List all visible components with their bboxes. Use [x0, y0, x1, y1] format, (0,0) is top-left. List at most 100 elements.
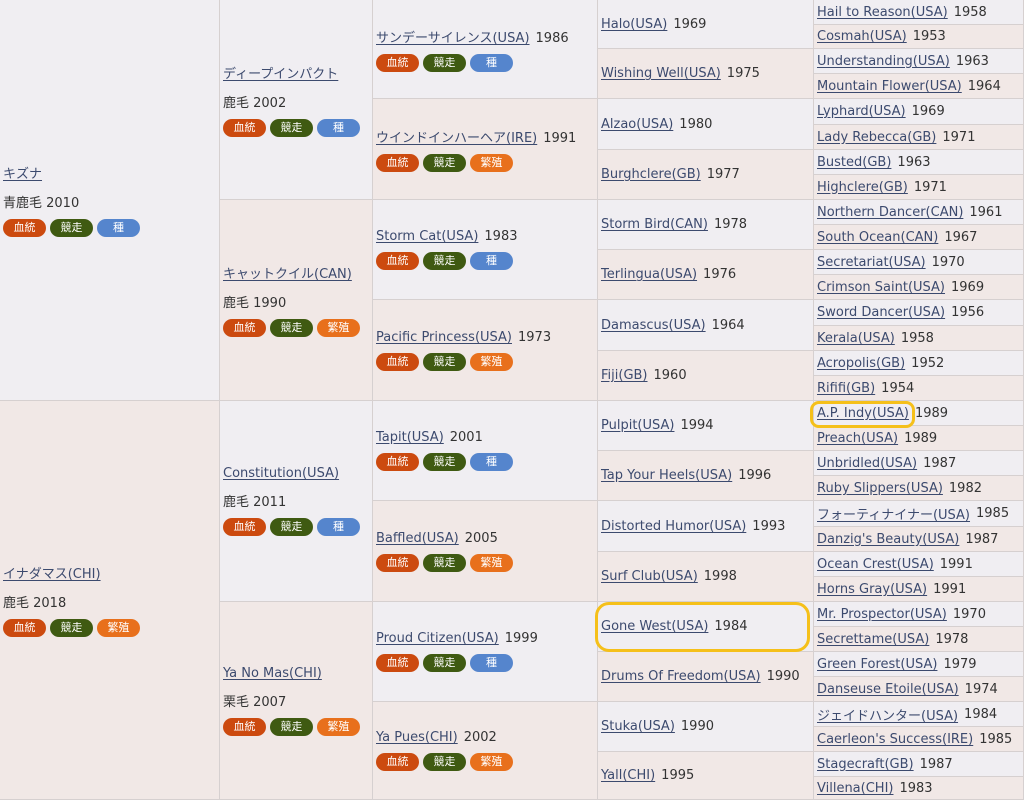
race-record-badge[interactable]: 競走	[423, 753, 466, 771]
horse-name-link[interactable]: Damascus(USA)	[601, 318, 706, 333]
horse-name-link[interactable]: Surf Club(USA)	[601, 569, 698, 584]
horse-name-link[interactable]: Lady Rebecca(GB)	[817, 130, 936, 145]
sire-record-badge[interactable]: 種	[470, 453, 513, 471]
horse-name-link[interactable]: Secretariat(USA)	[817, 255, 926, 270]
breeding-record-badge[interactable]: 繁殖	[470, 553, 513, 572]
horse-name-link[interactable]: Horns Gray(USA)	[817, 582, 927, 597]
pedigree-badge[interactable]: 血統	[376, 53, 419, 72]
horse-name-link[interactable]: Wishing Well(USA)	[601, 66, 721, 81]
horse-name-link[interactable]: Ocean Crest(USA)	[817, 557, 934, 572]
horse-name-link[interactable]: Halo(USA)	[601, 17, 667, 32]
sire-record-badge[interactable]: 種	[470, 53, 513, 72]
horse-name-link[interactable]: Danseuse Etoile(USA)	[817, 682, 959, 697]
horse-name-link[interactable]: Distorted Humor(USA)	[601, 519, 746, 534]
horse-name-link[interactable]: Gone West(USA)	[601, 619, 708, 634]
horse-name-link[interactable]: Sword Dancer(USA)	[817, 305, 945, 320]
race-record-badge[interactable]: 競走	[270, 118, 313, 137]
race-record-badge[interactable]: 競走	[423, 553, 466, 572]
horse-name-link[interactable]: Preach(USA)	[817, 431, 898, 446]
race-record-badge[interactable]: 競走	[270, 319, 313, 337]
horse-name-link[interactable]: Tap Your Heels(USA)	[601, 468, 732, 483]
horse-name-link[interactable]: Terlingua(USA)	[601, 267, 697, 282]
race-record-badge[interactable]: 競走	[423, 252, 466, 270]
horse-name-link[interactable]: Hail to Reason(USA)	[817, 5, 948, 20]
horse-name-link[interactable]: Cosmah(USA)	[817, 29, 907, 44]
pedigree-badge[interactable]: 血統	[3, 619, 46, 637]
breeding-record-badge[interactable]: 繁殖	[470, 753, 513, 771]
pedigree-badge[interactable]: 血統	[223, 319, 266, 337]
horse-name-link[interactable]: Mr. Prospector(USA)	[817, 607, 947, 622]
horse-name-link[interactable]: キャットクイル(CAN)	[223, 263, 369, 282]
horse-name-link[interactable]: ディープインパクト	[223, 63, 369, 82]
pedigree-badge[interactable]: 血統	[3, 219, 46, 237]
horse-name-link[interactable]: Fiji(GB)	[601, 368, 648, 383]
horse-name-link[interactable]: South Ocean(CAN)	[817, 230, 938, 245]
horse-name-link[interactable]: キズナ	[3, 163, 216, 182]
horse-name-link[interactable]: Highclere(GB)	[817, 180, 908, 195]
race-record-badge[interactable]: 競走	[423, 153, 466, 172]
breeding-record-badge[interactable]: 繁殖	[470, 153, 513, 172]
pedigree-badge[interactable]: 血統	[223, 118, 266, 137]
horse-name-link[interactable]: Mountain Flower(USA)	[817, 79, 962, 94]
horse-name-link[interactable]: Drums Of Freedom(USA)	[601, 669, 761, 684]
horse-name-link[interactable]: Constitution(USA)	[223, 466, 369, 481]
horse-name-link[interactable]: Pulpit(USA)	[601, 418, 674, 433]
horse-name-link[interactable]: フォーティナイナー(USA)	[817, 504, 970, 523]
horse-name-link[interactable]: Stuka(USA)	[601, 719, 675, 734]
breeding-record-badge[interactable]: 繁殖	[317, 319, 360, 337]
horse-name-link[interactable]: Green Forest(USA)	[817, 657, 937, 672]
horse-name-link[interactable]: Storm Cat(USA)	[376, 229, 478, 244]
pedigree-badge[interactable]: 血統	[223, 717, 266, 736]
horse-name-link[interactable]: Villena(CHI)	[817, 781, 893, 796]
horse-name-link[interactable]: Busted(GB)	[817, 155, 891, 170]
horse-name-link[interactable]: サンデーサイレンス(USA)	[376, 31, 530, 46]
race-record-badge[interactable]: 競走	[423, 352, 466, 371]
horse-name-link[interactable]: Secrettame(USA)	[817, 632, 929, 647]
horse-name-link[interactable]: Alzao(USA)	[601, 117, 673, 132]
breeding-record-badge[interactable]: 繁殖	[317, 717, 360, 736]
horse-name-link[interactable]: Northern Dancer(CAN)	[817, 205, 963, 220]
horse-name-link[interactable]: Storm Bird(CAN)	[601, 217, 708, 232]
horse-name-link[interactable]: Acropolis(GB)	[817, 356, 905, 371]
race-record-badge[interactable]: 競走	[270, 518, 313, 536]
horse-name-link[interactable]: Caerleon's Success(IRE)	[817, 732, 973, 747]
sire-record-badge[interactable]: 種	[317, 118, 360, 137]
race-record-badge[interactable]: 競走	[50, 219, 93, 237]
sire-record-badge[interactable]: 種	[470, 654, 513, 672]
horse-name-link[interactable]: Understanding(USA)	[817, 54, 950, 69]
sire-record-badge[interactable]: 種	[317, 518, 360, 536]
horse-name-link[interactable]: A.P. Indy(USA)	[817, 406, 909, 421]
horse-name-link[interactable]: Unbridled(USA)	[817, 456, 917, 471]
horse-name-link[interactable]: Burghclere(GB)	[601, 167, 701, 182]
horse-name-link[interactable]: Stagecraft(GB)	[817, 757, 914, 772]
race-record-badge[interactable]: 競走	[423, 53, 466, 72]
horse-name-link[interactable]: ウインドインハーヘア(IRE)	[376, 131, 537, 146]
sire-record-badge[interactable]: 種	[470, 252, 513, 270]
pedigree-badge[interactable]: 血統	[376, 654, 419, 672]
horse-name-link[interactable]: Pacific Princess(USA)	[376, 330, 512, 345]
pedigree-badge[interactable]: 血統	[223, 518, 266, 536]
pedigree-badge[interactable]: 血統	[376, 352, 419, 371]
pedigree-badge[interactable]: 血統	[376, 753, 419, 771]
horse-name-link[interactable]: Tapit(USA)	[376, 430, 444, 445]
horse-name-link[interactable]: Kerala(USA)	[817, 331, 895, 346]
pedigree-badge[interactable]: 血統	[376, 453, 419, 471]
horse-name-link[interactable]: Crimson Saint(USA)	[817, 280, 945, 295]
horse-name-link[interactable]: Ya No Mas(CHI)	[223, 666, 369, 681]
breeding-record-badge[interactable]: 繁殖	[97, 619, 140, 637]
horse-name-link[interactable]: Rififi(GB)	[817, 381, 875, 396]
race-record-badge[interactable]: 競走	[50, 619, 93, 637]
horse-name-link[interactable]: イナダマス(CHI)	[3, 563, 216, 582]
horse-name-link[interactable]: ジェイドハンター(USA)	[817, 705, 958, 724]
race-record-badge[interactable]: 競走	[270, 717, 313, 736]
pedigree-badge[interactable]: 血統	[376, 553, 419, 572]
horse-name-link[interactable]: Ya Pues(CHI)	[376, 730, 458, 745]
sire-record-badge[interactable]: 種	[97, 219, 140, 237]
pedigree-badge[interactable]: 血統	[376, 153, 419, 172]
horse-name-link[interactable]: Lyphard(USA)	[817, 104, 906, 119]
race-record-badge[interactable]: 競走	[423, 453, 466, 471]
horse-name-link[interactable]: Danzig's Beauty(USA)	[817, 532, 959, 547]
pedigree-badge[interactable]: 血統	[376, 252, 419, 270]
horse-name-link[interactable]: Proud Citizen(USA)	[376, 631, 499, 646]
race-record-badge[interactable]: 競走	[423, 654, 466, 672]
